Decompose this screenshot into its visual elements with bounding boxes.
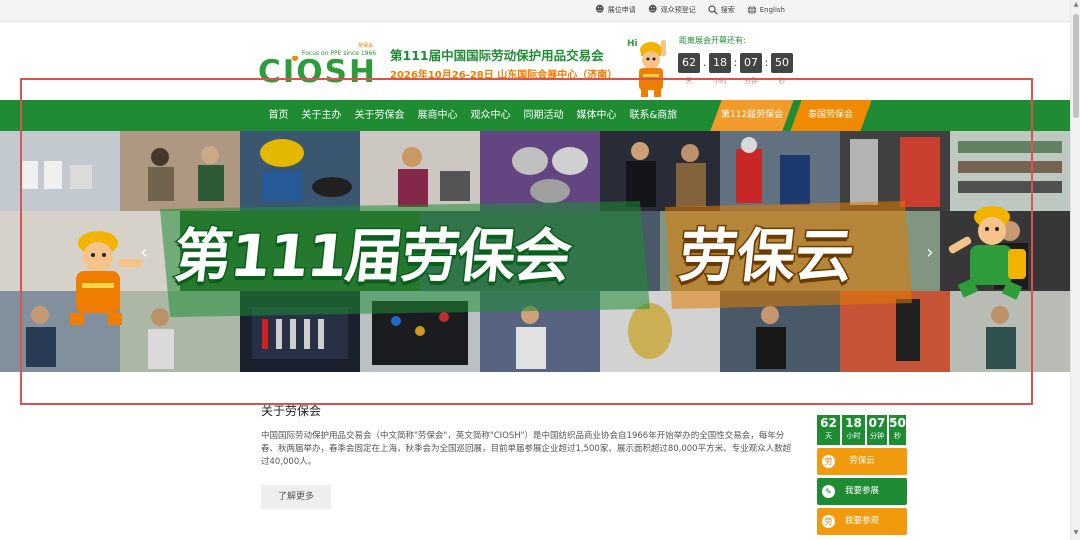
nav-item-about-organizer[interactable]: 关于主办 [295, 100, 348, 131]
topbar-link-label: 搜索 [720, 6, 735, 14]
nav-item-home[interactable]: 首页 [262, 100, 295, 131]
about-body: 中国国际劳动保护用品交易会（中文简称"劳保会"，英文简称"CIOSH"）是中国纺… [261, 431, 792, 467]
search-icon [708, 5, 718, 15]
topbar-link-label: English [759, 6, 785, 14]
top-utility-bar: ☻ 展位申请 ☻ 观众预登记 搜索 English [0, 0, 1070, 22]
page: ☻ 展位申请 ☻ 观众预登记 搜索 English 劳保会 Focus on P… [0, 0, 1080, 540]
topbar-link-visitor-register[interactable]: ☻ 观众预登记 [648, 5, 696, 15]
scroll-down-arrow-icon[interactable]: ▼ [1072, 529, 1080, 539]
banner-next-arrow[interactable]: › [922, 243, 938, 263]
nav-item-visitor-center[interactable]: 观众中心 [464, 100, 517, 131]
site-header: 劳保会 Focus on PPE since 1966 CIOSH 第111届中… [0, 22, 1070, 100]
countdown-unit: 天 [825, 432, 832, 440]
nav-items: 首页 关于主办 关于劳保会 展商中心 观众中心 同期活动 媒体中心 联系&商旅 [262, 100, 684, 131]
countdown-minutes: 07 分钟 [740, 53, 762, 86]
main-nav: 首页 关于主办 关于劳保会 展商中心 观众中心 同期活动 媒体中心 联系&商旅 … [0, 100, 1070, 131]
mascot-right-icon [948, 206, 1026, 300]
countdown-unit: 秒 [778, 77, 786, 85]
countdown-unit: 分钟 [744, 77, 758, 85]
event-date-venue: 2026年10月26-28日 山东国际会展中心（济南） [390, 70, 618, 81]
nav-highlight-label: 第112届劳保会 [720, 110, 784, 120]
countdown-separator: : [764, 56, 769, 69]
nav-item-thailand-fair[interactable]: 泰国劳保会 [790, 100, 872, 131]
countdown-value: 07 [740, 53, 762, 73]
topbar-link-label: 观众预登记 [660, 6, 696, 14]
side-button-label: 我要参观 [844, 516, 879, 526]
countdown-seconds: 50 秒 [771, 53, 793, 86]
countdown-unit: 小时 [713, 77, 727, 85]
nav-highlight-label: 泰国劳保会 [808, 110, 854, 120]
banner-title-right: 劳保云 [674, 221, 858, 292]
countdown-value: 07 [868, 416, 886, 430]
about-title: 关于劳保会 [261, 404, 322, 418]
topbar-link-english[interactable]: English [747, 5, 785, 15]
logo-wordmark: CIOSH [258, 56, 377, 86]
side-countdown: 62 天 18 小时 07 分钟 50 秒 [817, 415, 906, 445]
edit-icon: ✎ [822, 485, 835, 498]
eye-icon: 劳 [822, 515, 835, 528]
side-button-exhibit[interactable]: ✎ 我要参展 [817, 478, 907, 505]
logo-tag-top: 劳保会 [358, 43, 374, 49]
user-icon: ☻ [595, 5, 605, 15]
nav-item-events[interactable]: 同期活动 [517, 100, 570, 131]
side-countdown-days: 62 天 [817, 415, 840, 445]
nav-item-exhibitor-center[interactable]: 展商中心 [411, 100, 464, 131]
countdown-value: 18 [709, 53, 731, 73]
header-countdown: 62 天 . 18 小时 : 07 分钟 : 50 秒 [678, 53, 793, 86]
users-icon: ☻ [648, 5, 658, 15]
topbar-links: ☻ 展位申请 ☻ 观众预登记 搜索 English [595, 5, 785, 15]
countdown-value: 62 [820, 416, 837, 430]
side-countdown-seconds: 50 秒 [889, 415, 906, 445]
topbar-link-label: 展位申请 [607, 6, 636, 14]
countdown-value: 62 [678, 53, 700, 73]
nav-item-112th-fair[interactable]: 第112届劳保会 [710, 100, 794, 131]
banner-title-left: 第111届劳保会 [169, 221, 574, 292]
topbar-link-booth-apply[interactable]: ☻ 展位申请 [595, 5, 636, 15]
countdown-unit: 秒 [894, 432, 901, 440]
side-button-visit[interactable]: 劳 我要参观 [817, 508, 907, 535]
mascot-icon: Hi [627, 39, 666, 97]
event-title: 第111届中国国际劳动保护用品交易会 [390, 48, 604, 63]
scroll-up-arrow-icon[interactable]: ▲ [1072, 1, 1080, 11]
side-button-ciosh-cloud[interactable]: 劳 劳保云 [817, 448, 907, 475]
countdown-value: 50 [889, 416, 906, 430]
countdown-unit: 天 [685, 77, 693, 85]
countdown-unit: 小时 [846, 432, 861, 440]
nav-item-contact-travel[interactable]: 联系&商旅 [623, 100, 684, 131]
scrollbar-thumb[interactable] [1073, 14, 1079, 118]
countdown-separator: . [702, 56, 707, 69]
countdown-unit: 分钟 [870, 432, 884, 440]
side-button-label: 我要参展 [844, 486, 879, 496]
countdown-hours: 18 小时 [709, 53, 731, 86]
countdown-label: 距离展会开幕还有: [679, 36, 746, 45]
side-countdown-hours: 18 小时 [842, 415, 865, 445]
mascot-left-icon [70, 231, 142, 325]
svg-text:CIOSH: CIOSH [258, 56, 377, 86]
ciosh-logo[interactable]: 劳保会 Focus on PPE since 1966 CIOSH [258, 40, 382, 86]
topbar-link-search[interactable]: 搜索 [708, 5, 735, 15]
banner-prev-arrow[interactable]: ‹ [136, 243, 152, 263]
svg-text:Hi: Hi [627, 39, 638, 49]
hero-banner[interactable]: 第111届劳保会 劳保云 ‹ › [0, 131, 1070, 372]
cloud-icon: 劳 [822, 455, 835, 468]
side-button-label: 劳保云 [849, 456, 875, 466]
countdown-separator: : [733, 56, 738, 69]
globe-icon [747, 5, 757, 15]
learn-more-button[interactable]: 了解更多 [261, 485, 331, 509]
countdown-value: 50 [771, 53, 793, 73]
nav-item-about-fair[interactable]: 关于劳保会 [348, 100, 411, 131]
page-scrollbar[interactable]: ▲ ▼ [1070, 0, 1080, 540]
countdown-value: 18 [845, 416, 862, 430]
nav-item-media-center[interactable]: 媒体中心 [570, 100, 623, 131]
countdown-days: 62 天 [678, 53, 700, 86]
side-countdown-minutes: 07 分钟 [867, 415, 887, 445]
